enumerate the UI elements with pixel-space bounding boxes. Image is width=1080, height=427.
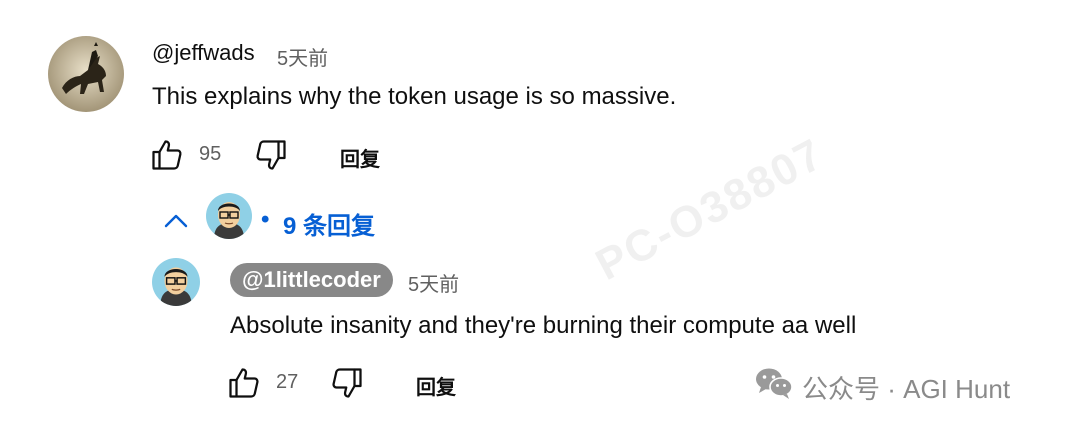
reply-reply-button[interactable]: 回复 <box>416 371 456 400</box>
wechat-icon <box>754 366 794 400</box>
reply-dislike-button[interactable] <box>326 364 368 402</box>
commenter-avatar[interactable] <box>48 36 124 112</box>
replies-toggle-bullet[interactable]: • <box>261 206 269 234</box>
replies-toggle-label[interactable]: 9 条回复 <box>283 206 375 241</box>
collapse-replies-button[interactable] <box>160 206 192 236</box>
comment-timestamp[interactable]: 5天前 <box>277 42 328 71</box>
thumbs-down-icon <box>256 140 286 170</box>
reply-like-count: 27 <box>276 371 299 393</box>
commenter-handle[interactable]: @jeffwads <box>152 40 255 66</box>
reply-timestamp[interactable]: 5天前 <box>408 268 459 297</box>
like-button[interactable] <box>146 136 188 174</box>
chevron-up-icon <box>164 214 188 228</box>
replier-avatar-small <box>206 193 252 239</box>
reply-text: Absolute insanity and they're burning th… <box>230 312 857 339</box>
thumbs-up-icon <box>229 368 259 398</box>
thumbs-up-icon <box>152 140 182 170</box>
replier-avatar[interactable] <box>152 258 200 306</box>
reply-button[interactable]: 回复 <box>340 143 380 172</box>
comment-text: This explains why the token usage is so … <box>152 83 677 110</box>
dislike-button[interactable] <box>250 136 292 174</box>
reply-author-badge[interactable]: @1littlecoder <box>230 263 393 297</box>
thumbs-down-icon <box>332 368 362 398</box>
reply-like-button[interactable] <box>223 364 265 402</box>
like-count: 95 <box>199 143 222 165</box>
diagonal-watermark: PC-O38807 <box>587 129 832 290</box>
source-watermark: 公众号 · AGI Hunt <box>802 374 1011 404</box>
